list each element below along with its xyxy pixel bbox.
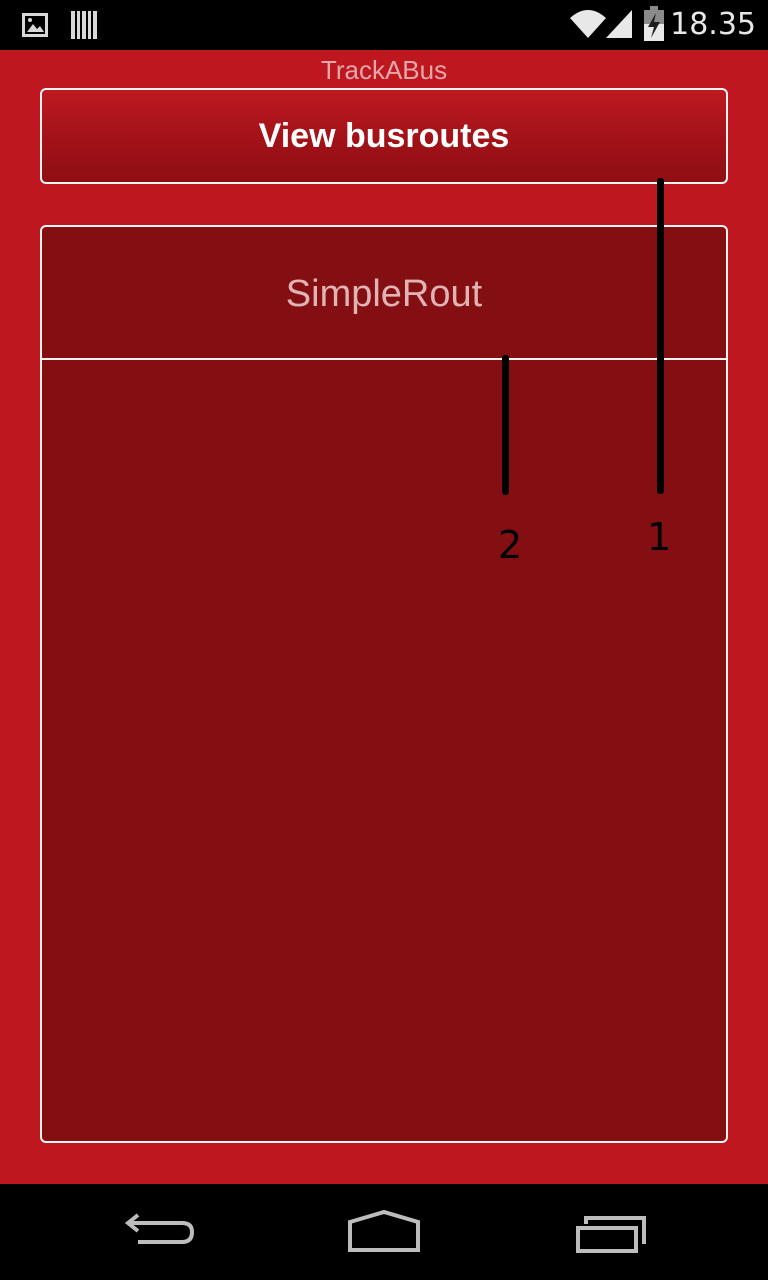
screen: 18.35 TrackABus View busroutes SimpleRou… xyxy=(0,0,768,1280)
signal-icon xyxy=(604,8,634,45)
annotation-line-1 xyxy=(657,178,664,494)
status-bar: 18.35 xyxy=(0,0,768,50)
battery-charging-icon xyxy=(642,6,666,47)
recent-apps-icon[interactable] xyxy=(560,1208,660,1258)
route-divider xyxy=(42,358,726,360)
route-name[interactable]: SimpleRout xyxy=(42,227,726,358)
route-panel: SimpleRout xyxy=(40,225,728,1143)
app-content: TrackABus View busroutes SimpleRout xyxy=(0,50,768,1184)
view-busroutes-button[interactable]: View busroutes xyxy=(40,88,728,184)
home-icon[interactable] xyxy=(334,1208,434,1258)
status-time: 18.35 xyxy=(670,7,756,42)
barcode-icon xyxy=(70,10,98,45)
annotation-label-2: 2 xyxy=(498,523,523,567)
wifi-icon xyxy=(568,8,608,45)
app-title: TrackABus xyxy=(320,55,448,85)
back-icon[interactable] xyxy=(114,1208,214,1258)
annotation-label-1: 1 xyxy=(647,515,672,559)
image-icon xyxy=(22,13,48,42)
annotation-line-2 xyxy=(502,355,509,495)
navigation-bar xyxy=(0,1184,768,1280)
